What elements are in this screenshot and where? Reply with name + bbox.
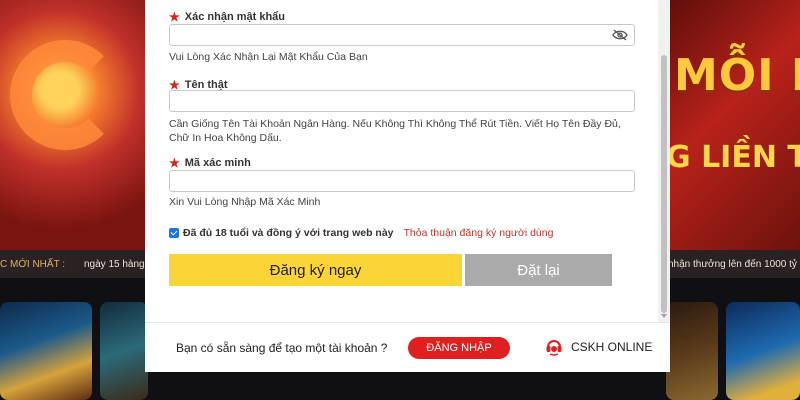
agree-row: Đã đủ 18 tuổi và đồng ý với trang web nà…: [169, 227, 553, 239]
verification-code-hint: Xin Vui Lòng Nhập Mã Xác Minh: [169, 196, 321, 208]
register-button[interactable]: Đăng ký ngay: [169, 254, 462, 286]
scrollbar-thumb[interactable]: [661, 55, 667, 313]
game-card[interactable]: [100, 302, 148, 400]
scroll-down-arrow-icon[interactable]: [661, 314, 667, 318]
ticker-label: C MỚI NHẤT :: [0, 259, 66, 270]
register-modal: ★ Xác nhận mật khẩu Vui Lòng Xác Nhận Lạ…: [145, 0, 670, 372]
eye-slash-icon[interactable]: [612, 29, 628, 41]
customer-support-link[interactable]: CSKH ONLINE: [545, 338, 652, 356]
hero-subtitle: G LIỀN TA: [666, 140, 800, 175]
confirm-password-field[interactable]: [169, 24, 635, 46]
verification-code-field[interactable]: [169, 170, 635, 192]
game-card[interactable]: [726, 302, 800, 400]
modal-footer: Bạn có sẵn sàng để tạo một tài khoản ? Đ…: [145, 322, 670, 372]
create-account-question: Bạn có sẵn sàng để tạo một tài khoản ?: [176, 341, 388, 355]
game-card[interactable]: [666, 302, 718, 400]
headset-icon: [546, 340, 562, 356]
login-button[interactable]: ĐĂNG NHẬP: [408, 337, 510, 359]
real-name-field[interactable]: [169, 90, 635, 112]
required-star-icon: ★: [169, 156, 180, 170]
hero-title: MỖI N: [674, 50, 800, 101]
agree-checkbox[interactable]: [169, 228, 179, 238]
verification-code-label: ★ Mã xác minh: [169, 156, 251, 170]
customer-support-label: CSKH ONLINE: [571, 340, 653, 354]
confirm-password-label: ★ Xác nhận mật khẩu: [169, 10, 286, 24]
register-form: ★ Xác nhận mật khẩu Vui Lòng Xác Nhận Lạ…: [145, 0, 670, 322]
confirm-password-hint: Vui Lòng Xác Nhận Lại Mật Khẩu Của Bạn: [169, 51, 368, 63]
required-star-icon: ★: [169, 10, 180, 24]
ticker-message: ngày 15 hàng t: [84, 259, 151, 270]
game-card[interactable]: [0, 302, 92, 400]
terms-link[interactable]: Thỏa thuận đăng ký người dùng: [404, 227, 554, 239]
reset-button[interactable]: Đặt lại: [465, 254, 612, 286]
modal-scrollbar[interactable]: [658, 0, 670, 322]
hero-banner-left: [0, 0, 160, 250]
real-name-hint: Cần Giống Tên Tài Khoản Ngân Hàng. Nếu K…: [169, 118, 621, 144]
ticker-message-right: nhận thưởng lên đến 1000 tỷ đ: [668, 259, 798, 270]
agree-text: Đã đủ 18 tuổi và đồng ý với trang web nà…: [183, 227, 394, 239]
hero-banner-right: MỖI N G LIỀN TA: [660, 0, 800, 250]
hero-decoration: [10, 40, 120, 150]
